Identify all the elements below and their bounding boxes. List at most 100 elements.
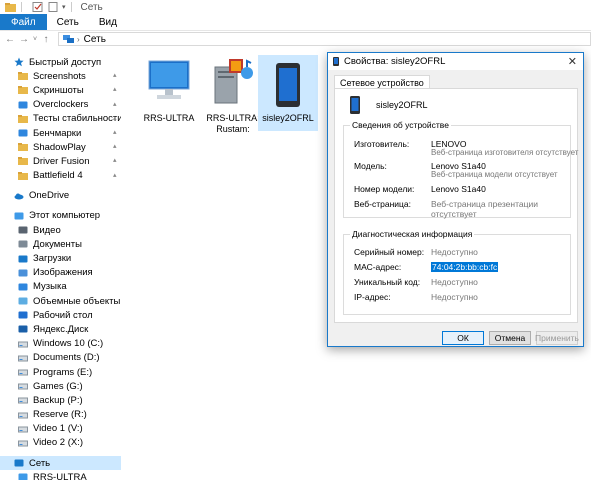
device-name: sisley2OFRL [376, 100, 428, 110]
up-arrow-icon[interactable]: ↑ [39, 32, 53, 46]
sidebar-item-label: Screenshots [33, 70, 86, 82]
mac-label: МАС-адрес: [354, 262, 402, 272]
ribbon-tabs: Файл Сеть Вид [0, 14, 591, 31]
diagnostics-group: Диагностическая информация Серийный номе… [343, 229, 571, 315]
recent-dropdown-icon[interactable]: ˅ [31, 32, 39, 46]
sidebar-item[interactable]: Быстрый доступ [0, 55, 121, 69]
pin-icon: ▴ [113, 100, 117, 108]
tab-file[interactable]: Файл [0, 14, 47, 30]
sidebar-item-label: Video 2 (X:) [33, 437, 83, 449]
monitor-computer-icon [148, 60, 190, 99]
navigation-bar: ← → ˅ ↑ › Сеть [0, 31, 591, 47]
phone-icon [276, 63, 300, 107]
sidebar-item[interactable]: Overclockers ▴ [0, 98, 121, 112]
sidebar-item-label: Яндекс.Диск [33, 323, 89, 335]
pin-icon: ▴ [113, 157, 117, 165]
forward-arrow-icon[interactable]: → [17, 32, 31, 46]
sidebar-item[interactable]: Объемные объекты [0, 294, 121, 308]
computer-icon [18, 472, 28, 480]
sidebar-item[interactable]: ShadowPlay ▴ [0, 140, 121, 154]
tab-network[interactable]: Сеть [47, 14, 89, 30]
sidebar-item-label: Скриншоты [33, 84, 84, 96]
close-icon[interactable]: ✕ [568, 55, 577, 68]
pin-icon: ▴ [113, 86, 117, 94]
sidebar-item-label: Документы [33, 238, 82, 250]
sidebar-item[interactable]: RRS-ULTRA [0, 470, 121, 480]
sidebar-item-label: Рабочий стол [33, 309, 93, 321]
sidebar-item[interactable]: Яндекс.Диск [0, 322, 121, 336]
sidebar-item[interactable]: Загрузки [0, 251, 121, 265]
folder-icon [18, 71, 28, 81]
sidebar-item-label: Video 1 (V:) [33, 423, 83, 435]
ok-button[interactable]: ОК [442, 331, 484, 345]
dialog-tabs: Сетевое устройство [334, 75, 430, 89]
model-number-value: Lenovo S1a40 [431, 184, 486, 194]
drive-icon [18, 367, 28, 377]
sidebar-item-label: Видео [33, 224, 61, 236]
tab-network-device[interactable]: Сетевое устройство [334, 75, 430, 89]
sidebar-item[interactable]: Programs (E:) [0, 365, 121, 379]
dialog-title-bar: Свойства: sisley2OFRL [328, 53, 583, 70]
title-bar: ▾ Сеть [0, 0, 591, 14]
quick-access-dropdown-icon[interactable]: ▾ [62, 3, 66, 11]
sidebar-item[interactable]: Изображения [0, 266, 121, 280]
sidebar-item-label: Бенчмарки [33, 127, 82, 139]
model-number-label: Номер модели: [354, 184, 415, 194]
cancel-button[interactable]: Отмена [489, 331, 531, 345]
divider [21, 2, 22, 12]
sidebar-item[interactable]: Video 2 (X:) [0, 436, 121, 450]
sidebar-item[interactable]: Games (G:) [0, 379, 121, 393]
sidebar-item[interactable]: Windows 10 (C:) [0, 337, 121, 351]
navigation-pane: Быстрый доступ Screenshots ▴ Скриншоты ▴ Over… [0, 55, 121, 480]
sidebar-item[interactable]: OneDrive [0, 189, 121, 203]
tab-view[interactable]: Вид [89, 14, 127, 30]
cloud-icon [14, 191, 24, 201]
sidebar-item[interactable]: Backup (P:) [0, 393, 121, 407]
sidebar-item[interactable]: Тесты стабильности ▴ [0, 112, 121, 126]
drive-icon [18, 339, 28, 349]
star-icon [14, 57, 24, 67]
address-field[interactable]: › Сеть [58, 32, 591, 46]
sidebar-item[interactable]: Рабочий стол [0, 308, 121, 322]
folder-icon [18, 142, 28, 152]
sidebar-item[interactable]: Screenshots ▴ [0, 69, 121, 83]
webpage-label: Веб-страница: [354, 199, 411, 209]
apply-button[interactable]: Применить [535, 331, 579, 345]
network-icon [63, 35, 74, 43]
new-folder-icon[interactable] [48, 2, 59, 12]
media-server-icon [214, 59, 253, 104]
sidebar-item-label: Battlefield 4 [33, 170, 83, 182]
properties-check-icon[interactable] [32, 2, 43, 12]
sidebar-item[interactable]: Сеть [0, 456, 121, 471]
drive-icon [18, 381, 28, 391]
sidebar-item-label: Загрузки [33, 253, 72, 265]
video-folder-icon [18, 225, 28, 235]
uid-label: Уникальный код: [354, 277, 421, 287]
sidebar-item[interactable]: Музыка [0, 280, 121, 294]
sidebar-item-label: Games (G:) [33, 380, 83, 392]
sidebar-item[interactable]: Этот компьютер [0, 209, 121, 223]
ip-label: IP-адрес: [354, 292, 391, 302]
back-arrow-icon[interactable]: ← [3, 32, 17, 46]
window-title: Сеть [80, 1, 103, 13]
device-tile-selected[interactable]: sisley2OFRL [258, 55, 318, 131]
pin-icon: ▴ [113, 143, 117, 151]
sidebar-item[interactable]: Скриншоты ▴ [0, 83, 121, 97]
dialog-title: Свойства: sisley2OFRL [344, 56, 446, 67]
mac-value-selected[interactable]: 74:04:2b:bb:cb:fc [431, 262, 499, 272]
sidebar-item[interactable]: Video 1 (V:) [0, 422, 121, 436]
sidebar-item[interactable]: Battlefield 4 ▴ [0, 169, 121, 183]
sidebar-item[interactable]: Бенчмарки ▴ [0, 126, 121, 140]
breadcrumb-network[interactable]: Сеть [84, 34, 106, 45]
sidebar-item[interactable]: Видео [0, 223, 121, 237]
ip-value: Недоступно [431, 292, 478, 302]
sidebar-item[interactable]: Driver Fusion ▴ [0, 154, 121, 168]
device-label: RRS-ULTRA [143, 113, 195, 123]
sidebar-item[interactable]: Документы [0, 237, 121, 251]
sidebar-item[interactable]: Documents (D:) [0, 351, 121, 365]
sidebar-item-label: Programs (E:) [33, 366, 93, 378]
3d-objects-folder-icon [18, 296, 28, 306]
sidebar-item[interactable]: Reserve (R:) [0, 408, 121, 422]
sidebar-item-label: Музыка [33, 281, 67, 293]
sidebar-item-label: Backup (P:) [33, 394, 83, 406]
